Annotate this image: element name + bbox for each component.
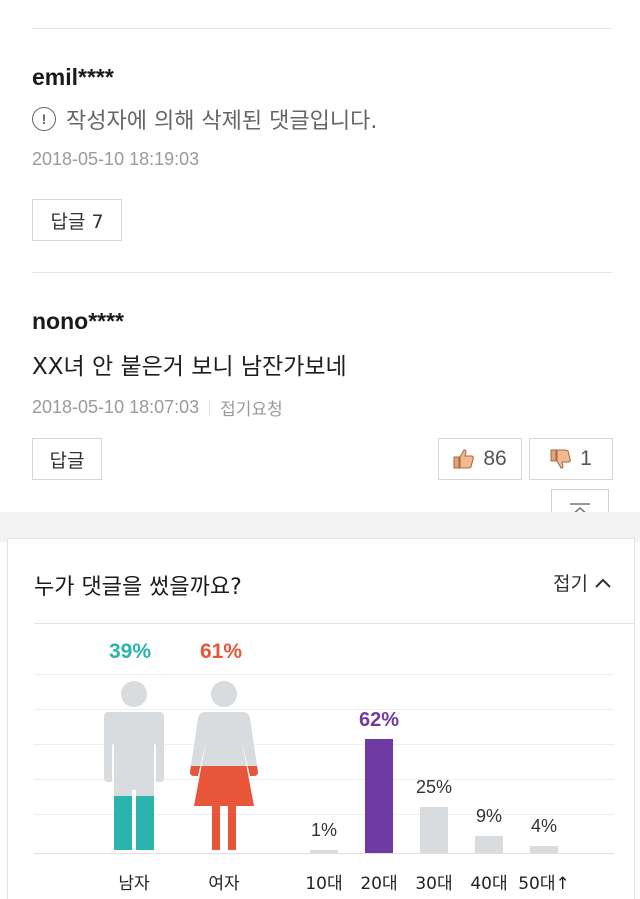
thumbs-up-icon <box>453 449 475 469</box>
age-bar-value: 4% <box>530 816 557 836</box>
comment-body: ! 작성자에 의해 삭제된 댓글입니다. <box>32 103 612 135</box>
age-category-label: 10대 <box>305 874 343 894</box>
fold-request-link[interactable]: 접기요청 <box>220 395 283 420</box>
panel-title: 누가 댓글을 썼을까요? <box>34 575 242 600</box>
comment-meta: 2018-05-10 18:07:03 접기요청 <box>32 395 612 420</box>
age-bar <box>475 836 503 853</box>
fold-button[interactable]: 접기 <box>553 569 612 596</box>
comment-divider <box>32 272 612 273</box>
age-bar-value: 25% <box>415 777 453 797</box>
age-category-label: 40대 <box>470 874 508 894</box>
reply-button[interactable]: 답글 <box>32 438 102 480</box>
comment-item: emil**** ! 작성자에 의해 삭제된 댓글입니다. 2018-05-10… <box>32 64 612 170</box>
like-button[interactable]: 86 <box>438 438 522 480</box>
age-bar <box>420 807 448 853</box>
dislike-button[interactable]: 1 <box>529 438 613 480</box>
male-label: 남자 <box>118 874 150 894</box>
comment-timestamp: 2018-05-10 18:19:03 <box>32 149 200 169</box>
fold-label: 접기 <box>553 573 588 595</box>
age-bar-value: 1% <box>310 820 337 840</box>
comment-author: nono**** <box>32 308 124 334</box>
meta-separator <box>209 399 211 416</box>
comment-author: emil**** <box>32 64 114 90</box>
age-category-label: 50대↑ <box>518 874 570 894</box>
deleted-message: 작성자에 의해 삭제된 댓글입니다. <box>66 109 378 134</box>
age-bar <box>365 739 393 853</box>
comment-timestamp: 2018-05-10 18:07:03 <box>32 397 200 417</box>
female-label: 여자 <box>208 874 240 894</box>
info-icon: ! <box>32 107 56 131</box>
grid-line <box>34 674 614 675</box>
comment-body: XX녀 안 붙은거 보니 남잔가보네 <box>32 354 347 380</box>
female-percent: 61% <box>200 640 243 663</box>
age-category-label: 30대 <box>415 874 453 894</box>
age-category-label: 20대 <box>360 874 398 894</box>
thumbs-down-icon <box>550 449 571 469</box>
reply-button-label: 답글 7 <box>50 210 104 233</box>
age-bar <box>530 846 558 853</box>
commenter-stats-panel: 누가 댓글을 썼을까요? 접기 39% 61% 남자 여자 1% 10대 62%… <box>7 538 635 899</box>
age-bar-value: 9% <box>475 806 502 826</box>
top-divider <box>32 28 612 29</box>
male-figure-icon <box>104 681 164 850</box>
female-figure-icon <box>190 681 258 850</box>
reply-button-label: 답글 <box>49 449 85 472</box>
dislike-count: 1 <box>580 447 592 470</box>
comment-meta: 2018-05-10 18:19:03 <box>32 149 612 170</box>
chevron-up-icon <box>595 578 611 588</box>
age-bar <box>310 850 338 853</box>
panel-divider <box>34 623 634 624</box>
like-count: 86 <box>483 447 507 470</box>
age-bar-value: 62% <box>358 709 400 731</box>
male-percent: 39% <box>109 640 152 663</box>
reply-button[interactable]: 답글 7 <box>32 199 122 241</box>
comment-item: nono**** XX녀 안 붙은거 보니 남잔가보네 2018-05-10 1… <box>32 308 612 420</box>
